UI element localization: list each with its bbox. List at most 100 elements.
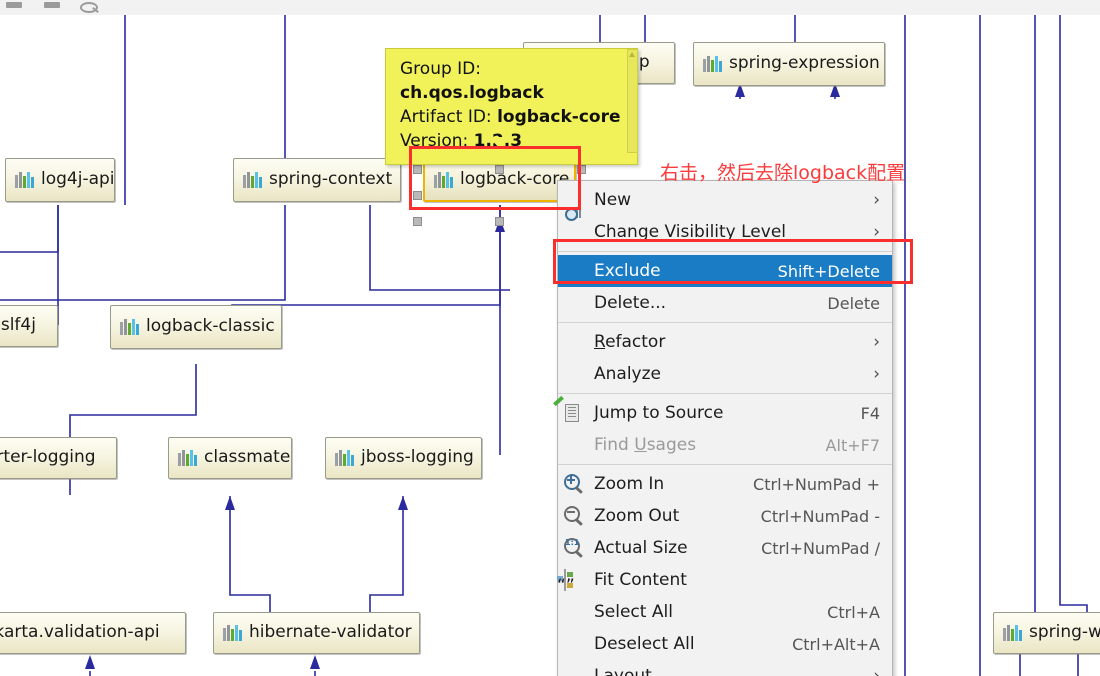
menu-item-fit-content[interactable]: Fit Content xyxy=(557,564,892,596)
jar-icon xyxy=(1003,625,1023,641)
graph-node-jakarta-validation[interactable]: akarta.validation-api xyxy=(0,612,186,654)
tooltip-artifact-id-label: Artifact ID: xyxy=(400,107,492,128)
rectangle-icon[interactable] xyxy=(44,2,60,8)
menu-item-label: Deselect All xyxy=(594,634,695,654)
graph-node-jboss-logging[interactable]: jboss-logging xyxy=(325,437,482,479)
menu-item-label: Refactor xyxy=(594,332,666,352)
menu-item-label: Select All xyxy=(594,602,673,622)
menu-item-deselect-all[interactable]: Deselect All Ctrl+Alt+A xyxy=(558,628,892,660)
graph-node-label: arter-logging xyxy=(0,446,96,467)
jar-icon xyxy=(434,172,454,188)
menu-item-label: Delete... xyxy=(594,293,667,313)
jar-icon xyxy=(223,625,243,641)
graph-node-hibernate-validator[interactable]: hibernate-validator xyxy=(213,612,420,654)
menu-item-actual-size[interactable]: 1:1 Actual Size Ctrl+NumPad / xyxy=(558,532,892,564)
menu-separator xyxy=(558,393,892,394)
jar-icon xyxy=(335,450,355,466)
tooltip-version-label: Version: xyxy=(400,131,469,152)
handle-top-center[interactable] xyxy=(495,165,504,174)
tooltip-scrollbar[interactable] xyxy=(627,49,638,153)
graph-node-label: akarta.validation-api xyxy=(0,621,160,642)
menu-item-shortcut: Ctrl+NumPad - xyxy=(760,506,880,526)
menu-item-shortcut: Ctrl+NumPad / xyxy=(761,538,880,558)
tooltip-version-row: Version: 1.2.3 xyxy=(400,129,623,153)
chevron-right-icon: › xyxy=(873,190,880,210)
visibility-icon xyxy=(564,206,586,242)
menu-item-label: New xyxy=(594,190,632,210)
tooltip-artifact-id-value: logback-core xyxy=(497,107,621,128)
menu-item-label: Change Visibility Level xyxy=(594,222,787,242)
tooltip-group-id-label: Group ID: xyxy=(400,59,481,79)
diagram-window: log4j-api spring-context logback-core sprin… xyxy=(0,0,1100,676)
jar-icon xyxy=(120,319,140,335)
menu-item-layout[interactable]: Layout › xyxy=(558,660,892,676)
tooltip-artifact-id-row: Artifact ID: logback-core xyxy=(400,105,623,129)
toolbar xyxy=(0,0,1100,16)
graph-node-label: o-slf4j xyxy=(0,314,36,335)
jar-icon xyxy=(243,172,263,188)
menu-item-zoom-in[interactable]: Zoom In Ctrl+NumPad + xyxy=(558,468,892,500)
menu-item-label: Find Usages xyxy=(594,435,697,455)
menu-item-jump-to-source[interactable]: Jump to Source F4 xyxy=(553,395,892,429)
menu-item-exclude[interactable]: Exclude Shift+Delete xyxy=(558,255,892,287)
tooltip-pointer xyxy=(489,137,511,149)
tooltip-group-id-row: Group ID: ch.qos.logback xyxy=(400,57,623,105)
chevron-right-icon: › xyxy=(873,332,880,352)
menu-item-shortcut: Shift+Delete xyxy=(777,261,880,281)
menu-item-shortcut: F4 xyxy=(860,403,880,423)
jar-icon xyxy=(15,172,35,188)
menu-item-label: Layout xyxy=(594,666,652,676)
menu-item-label: Actual Size xyxy=(594,538,688,558)
handle-bottom-left[interactable] xyxy=(413,217,422,226)
menu-item-shortcut: Ctrl+A xyxy=(827,602,880,622)
jar-icon xyxy=(703,56,723,72)
handle-top-right[interactable] xyxy=(577,165,586,174)
menu-separator xyxy=(558,464,892,465)
diagram-canvas[interactable]: log4j-api spring-context logback-core sprin… xyxy=(0,15,1100,676)
zoom-out-icon xyxy=(564,506,586,526)
graph-node-label: spring-context xyxy=(269,168,393,189)
graph-node-classmate[interactable]: classmate xyxy=(168,437,292,479)
graph-node-starter-logging[interactable]: arter-logging xyxy=(0,437,117,479)
menu-item-shortcut: Ctrl+Alt+A xyxy=(792,634,880,654)
menu-item-select-all[interactable]: Select All Ctrl+A xyxy=(558,596,892,628)
graph-node-jul-to-slf4j[interactable]: o-slf4j xyxy=(0,305,58,347)
graph-node-label: log4j-api xyxy=(41,168,115,189)
menu-item-shortcut: Delete xyxy=(827,293,880,313)
menu-item-analyze[interactable]: Analyze › xyxy=(558,358,892,390)
menu-item-visibility[interactable]: Change Visibility Level › xyxy=(558,206,892,248)
menu-item-label: Exclude xyxy=(594,261,661,281)
menu-item-label: Zoom In xyxy=(594,474,665,494)
graph-node-label: jboss-logging xyxy=(361,446,474,467)
annotation-text: 右击，然后去除logback配置 xyxy=(660,162,906,184)
zoom-in-icon xyxy=(564,474,586,494)
graph-node-label: logback-classic xyxy=(146,315,275,336)
fit-content-icon xyxy=(557,569,586,591)
search-icon[interactable] xyxy=(80,2,98,13)
tooltip-group-id-value: ch.qos.logback xyxy=(400,83,544,104)
menu-item-refactor[interactable]: Refactor › xyxy=(558,326,892,358)
menu-item-find-usages: Find Usages Alt+F7 xyxy=(558,429,892,461)
graph-node-spring-expression[interactable]: spring-expression xyxy=(693,42,885,86)
actual-size-icon: 1:1 xyxy=(564,538,586,558)
jump-to-source-icon xyxy=(553,395,586,423)
menu-item-zoom-out[interactable]: Zoom Out Ctrl+NumPad - xyxy=(558,500,892,532)
menu-item-delete[interactable]: Delete... Delete xyxy=(558,287,892,319)
menu-item-label: Analyze xyxy=(594,364,661,384)
menu-item-new[interactable]: New › xyxy=(558,184,892,216)
graph-node-label: logback-core xyxy=(460,168,570,189)
rectangle-icon[interactable] xyxy=(6,2,22,8)
graph-node-log4j-api[interactable]: log4j-api xyxy=(5,158,115,202)
handle-bottom-center[interactable] xyxy=(495,217,504,226)
graph-node-logback-classic[interactable]: logback-classic xyxy=(110,305,282,349)
handle-top-left[interactable] xyxy=(413,165,422,174)
graph-node-spring-web[interactable]: spring-w xyxy=(993,612,1100,654)
menu-item-label: Fit Content xyxy=(594,570,687,590)
menu-item-label: Zoom Out xyxy=(594,506,680,526)
graph-node-label: hibernate-validator xyxy=(249,621,412,642)
graph-node-spring-context[interactable]: spring-context xyxy=(233,158,401,202)
graph-node-label: spring-w xyxy=(1029,621,1100,642)
handle-mid-left[interactable] xyxy=(413,191,422,200)
graph-node-label: spring-expression xyxy=(729,52,880,73)
context-menu[interactable]: New › Change Visibility Level › Exclude Shift… xyxy=(553,180,893,676)
